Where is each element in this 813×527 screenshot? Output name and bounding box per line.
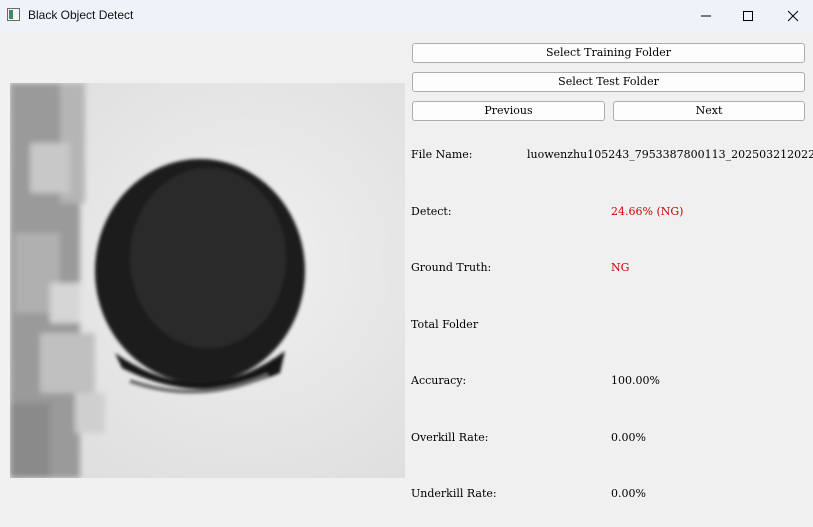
minimize-button[interactable] — [683, 0, 729, 32]
detect-value: 24.66% (NG) — [611, 205, 684, 218]
detect-label: Detect: — [411, 205, 452, 218]
underkill-rate-value: 0.00% — [611, 487, 646, 500]
image-preview — [10, 83, 405, 478]
accuracy-value: 100.00% — [611, 374, 660, 387]
select-test-folder-button[interactable]: Select Test Folder — [412, 72, 805, 92]
maximize-icon — [743, 11, 753, 21]
select-training-folder-button[interactable]: Select Training Folder — [412, 43, 805, 63]
close-icon — [787, 10, 799, 22]
minimize-icon — [701, 15, 711, 17]
maximize-button[interactable] — [725, 0, 771, 32]
file-name-label: File Name: — [411, 148, 473, 161]
previous-button[interactable]: Previous — [412, 101, 605, 121]
accuracy-label: Accuracy: — [411, 374, 467, 387]
file-name-value: luowenzhu105243_7953387800113_2025032120… — [527, 148, 813, 161]
next-button[interactable]: Next — [613, 101, 805, 121]
black-object-image — [10, 83, 405, 478]
underkill-rate-label: Underkill Rate: — [411, 487, 497, 500]
title-bar: Black Object Detect — [0, 0, 813, 32]
window-title: Black Object Detect — [28, 8, 134, 22]
total-folder-label: Total Folder — [411, 318, 479, 331]
close-button[interactable] — [770, 0, 813, 32]
ground-truth-label: Ground Truth: — [411, 261, 492, 274]
overkill-rate-value: 0.00% — [611, 431, 646, 444]
app-icon — [7, 8, 20, 21]
overkill-rate-label: Overkill Rate: — [411, 431, 489, 444]
ground-truth-value: NG — [611, 261, 630, 274]
